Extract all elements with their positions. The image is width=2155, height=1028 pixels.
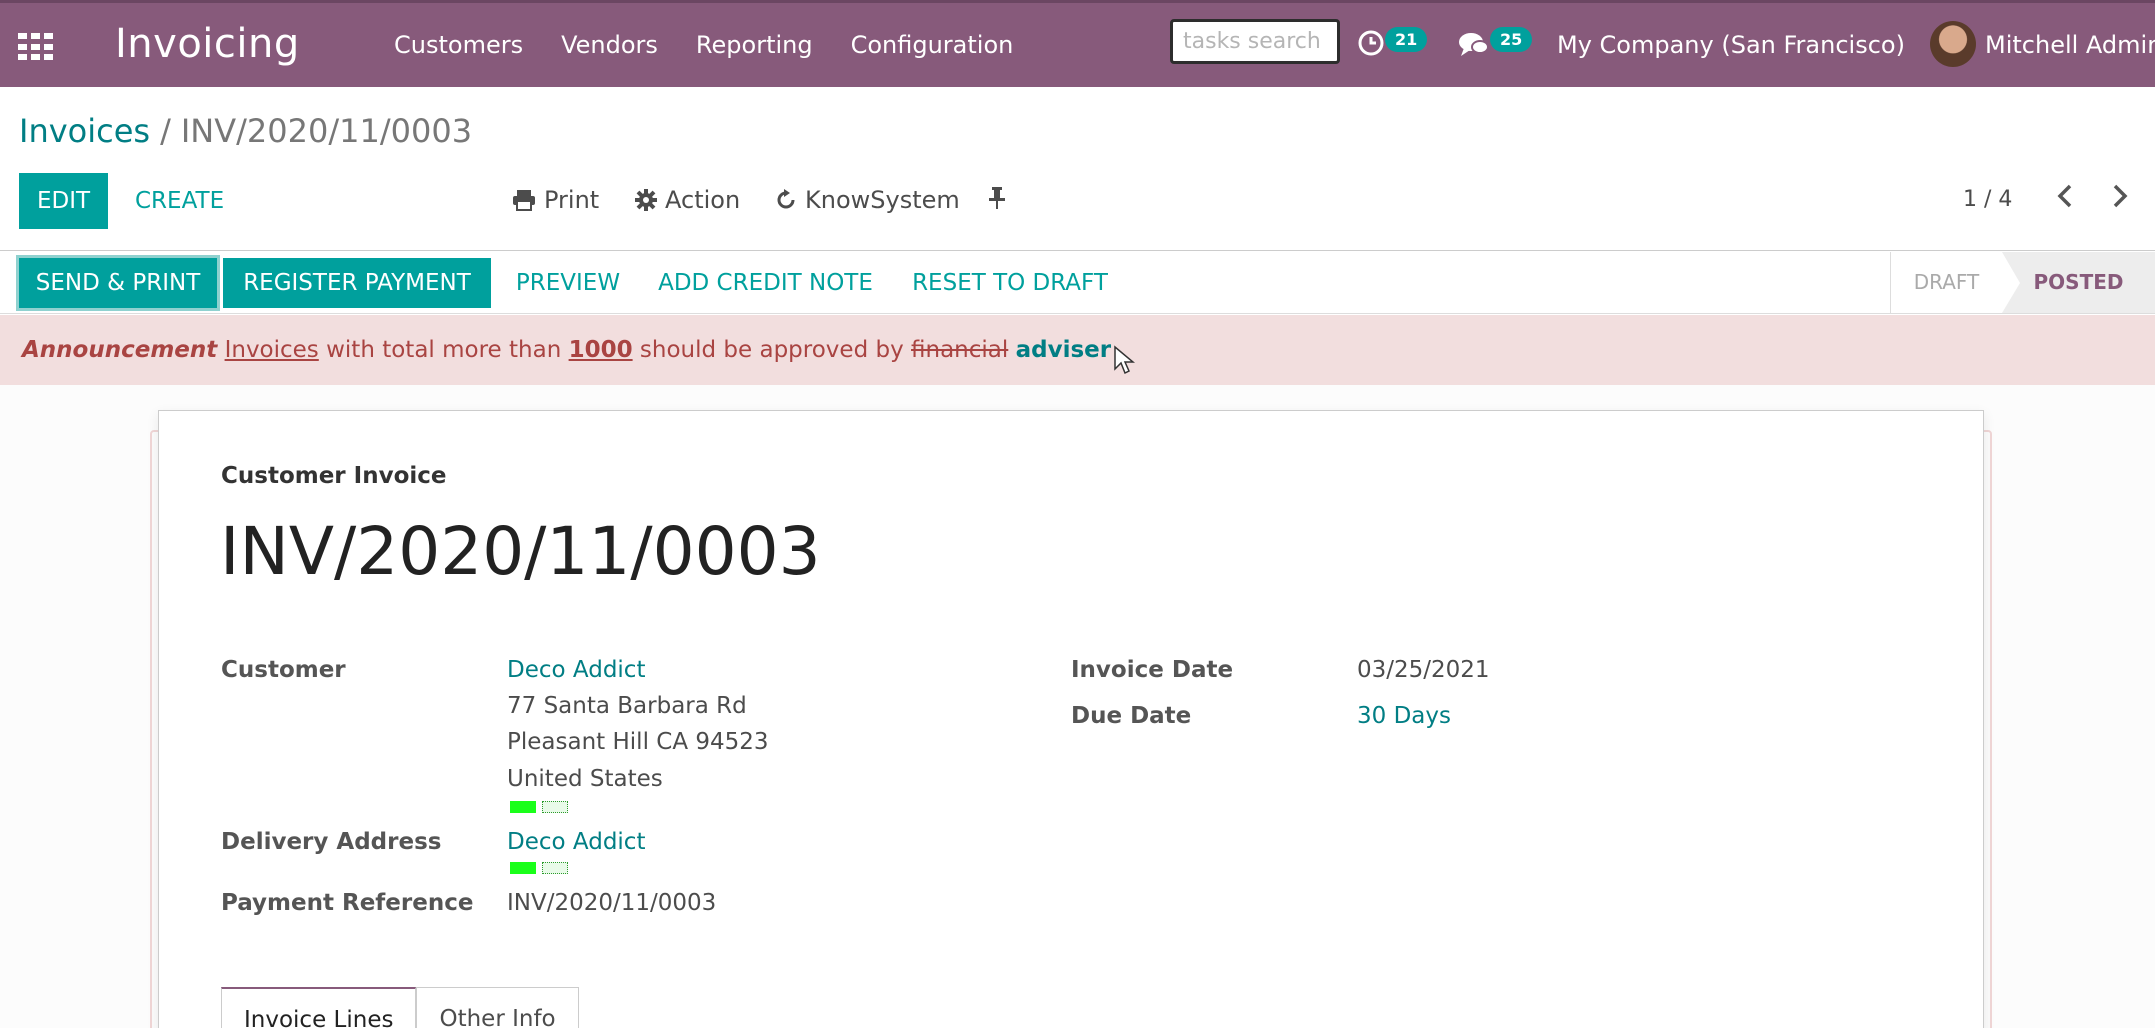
gear-icon — [635, 189, 657, 211]
customer-address-line3: United States — [507, 766, 663, 792]
tasks-search-input[interactable] — [1170, 19, 1340, 64]
announcement-text-2: should be approved by — [639, 337, 904, 363]
customer-contact-indicator — [510, 801, 568, 813]
company-switcher[interactable]: My Company (San Francisco) — [1557, 31, 1905, 59]
breadcrumb-separator: / — [160, 112, 171, 150]
user-avatar[interactable] — [1930, 21, 1976, 67]
apps-menu-icon[interactable] — [18, 33, 54, 61]
add-credit-note-button[interactable]: ADD CREDIT NOTE — [653, 258, 878, 308]
announcement-text-1: with total more than — [326, 337, 562, 363]
payment-reference-label: Payment Reference — [221, 890, 474, 916]
announcement-role: adviser — [1015, 337, 1112, 363]
activity-count-badge: 21 — [1385, 27, 1428, 52]
announcement-amount: 1000 — [568, 337, 633, 363]
breadcrumb-current: INV/2020/11/0003 — [180, 112, 473, 150]
customer-label: Customer — [221, 657, 346, 683]
knowsystem-label: KnowSystem — [805, 186, 960, 214]
invoice-number-title: INV/2020/11/0003 — [220, 513, 821, 590]
top-navbar: Invoicing Customers Vendors Reporting Co… — [0, 0, 2155, 87]
customer-address-line2: Pleasant Hill CA 94523 — [507, 729, 769, 755]
print-icon — [513, 190, 535, 211]
form-tabs: Invoice Lines Other Info — [221, 987, 579, 1028]
activity-clock-icon[interactable] — [1357, 29, 1385, 64]
breadcrumb-invoices-link[interactable]: Invoices — [19, 112, 150, 150]
document-type-label: Customer Invoice — [221, 463, 447, 489]
stage-draft[interactable]: DRAFT — [1890, 252, 2002, 313]
due-date-value: 30 Days — [1357, 703, 1451, 729]
menu-item-vendors[interactable]: Vendors — [561, 31, 658, 59]
invoice-date-label: Invoice Date — [1071, 657, 1234, 683]
pager-next-icon[interactable] — [2110, 182, 2130, 218]
payment-reference-value: INV/2020/11/0003 — [507, 890, 717, 916]
menu-item-customers[interactable]: Customers — [394, 31, 523, 59]
menu-item-configuration[interactable]: Configuration — [851, 31, 1014, 59]
tab-invoice-lines[interactable]: Invoice Lines — [221, 987, 417, 1028]
invoice-sheet: Customer Invoice INV/2020/11/0003 Custom… — [158, 410, 1984, 1028]
delivery-address-link[interactable]: Deco Addict — [507, 829, 645, 855]
announcement-struck-word: financial — [911, 337, 1009, 363]
pager-previous-icon[interactable] — [2055, 182, 2075, 218]
app-title[interactable]: Invoicing — [115, 21, 300, 67]
knowsystem-menu[interactable]: KnowSystem — [775, 186, 960, 214]
main-menu: Customers Vendors Reporting Configuratio… — [394, 31, 1051, 59]
tab-other-info[interactable]: Other Info — [416, 987, 579, 1028]
delivery-contact-indicator — [510, 862, 568, 874]
announcement-invoices-link[interactable]: Invoices — [225, 337, 319, 363]
breadcrumb: Invoices / INV/2020/11/0003 — [19, 112, 472, 150]
customer-address-line1: 77 Santa Barbara Rd — [507, 693, 747, 719]
create-button[interactable]: CREATE — [135, 188, 224, 214]
print-label: Print — [544, 186, 600, 214]
invoice-date-value: 03/25/2021 — [1357, 657, 1490, 683]
message-count-badge: 25 — [1490, 27, 1533, 52]
action-label: Action — [665, 186, 741, 214]
announcement-banner: Announcement Invoices with total more th… — [0, 315, 2155, 385]
pager-value[interactable]: 1 / 4 — [1963, 187, 2012, 212]
announcement-title: Announcement — [22, 337, 218, 363]
messages-chat-icon[interactable] — [1458, 31, 1490, 66]
reset-to-draft-button[interactable]: RESET TO DRAFT — [904, 258, 1116, 308]
pin-icon[interactable] — [988, 186, 1006, 210]
customer-link[interactable]: Deco Addict — [507, 657, 645, 683]
refresh-icon — [777, 189, 795, 209]
action-menu[interactable]: Action — [635, 186, 740, 214]
delivery-address-label: Delivery Address — [221, 829, 442, 855]
form-statusbar: SEND & PRINT REGISTER PAYMENT PREVIEW AD… — [0, 250, 2155, 314]
user-menu[interactable]: Mitchell Admin — [1985, 31, 2155, 59]
stage-arrow-divider — [2002, 252, 2020, 313]
print-menu[interactable]: Print — [512, 186, 599, 214]
send-print-button[interactable]: SEND & PRINT — [19, 258, 217, 308]
register-payment-button[interactable]: REGISTER PAYMENT — [223, 258, 491, 308]
menu-item-reporting[interactable]: Reporting — [696, 31, 813, 59]
edit-button[interactable]: EDIT — [19, 173, 108, 229]
preview-button[interactable]: PREVIEW — [503, 258, 633, 308]
due-date-label: Due Date — [1071, 703, 1192, 729]
stage-posted: POSTED — [2002, 252, 2155, 313]
